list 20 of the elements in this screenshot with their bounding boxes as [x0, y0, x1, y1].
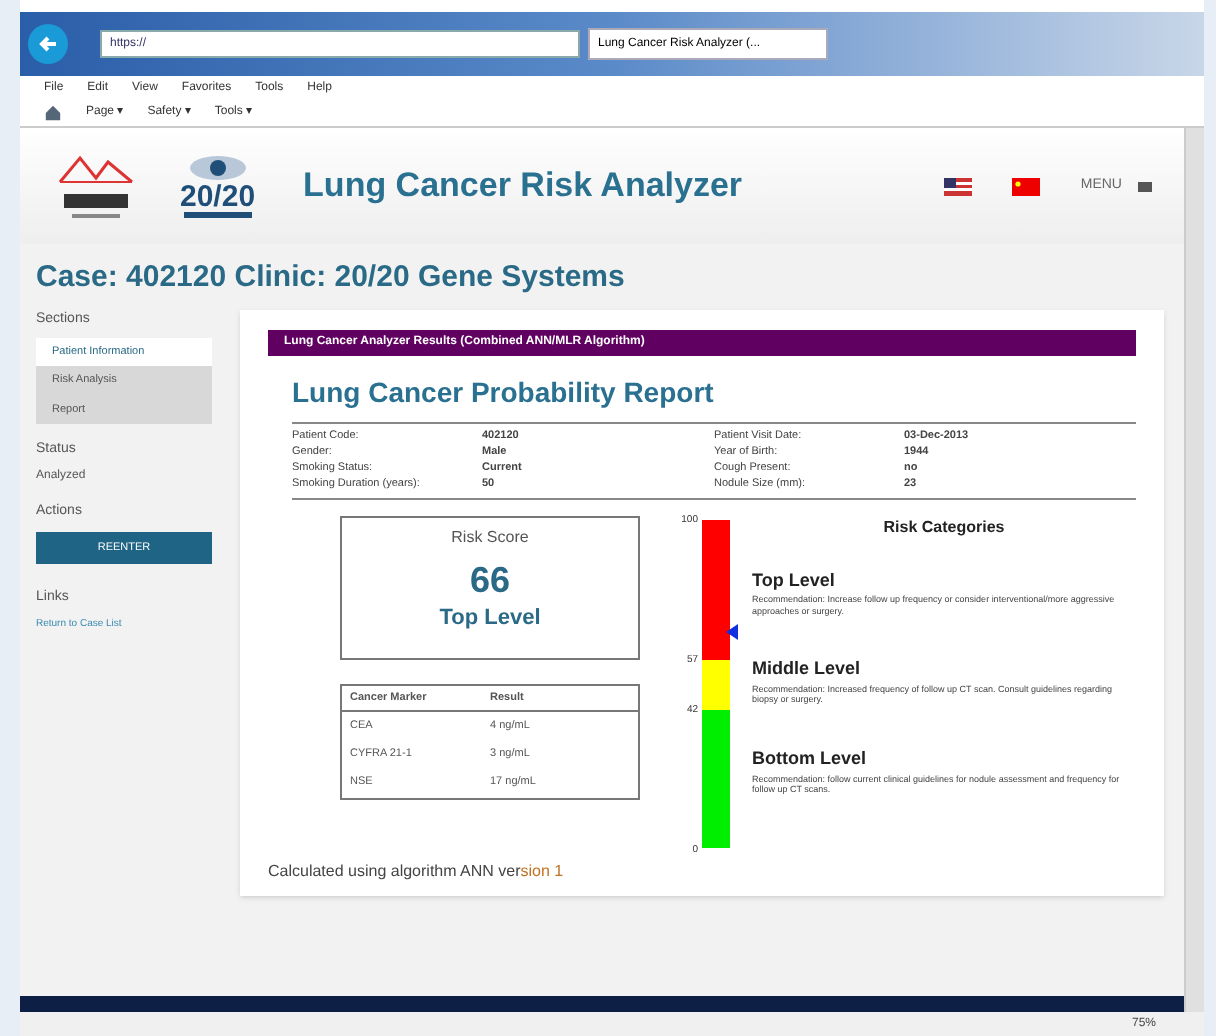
us-flag-icon[interactable] — [944, 177, 973, 195]
logo: 20/20 — [180, 154, 256, 218]
category-name: Top Level — [752, 567, 837, 594]
case-title: Case: 402120 Clinic: 20/20 Gene Systems — [34, 258, 627, 298]
categories-title: Risk Categories — [881, 515, 1007, 539]
home-icon[interactable] — [44, 104, 62, 122]
eye-icon — [187, 154, 248, 182]
algorithm-note: Calculated using algorithm ANN version 1 — [268, 859, 566, 883]
gauge-marker-icon — [726, 623, 738, 639]
risk-score-label: Risk Score — [451, 525, 529, 549]
china-flag-icon[interactable] — [1012, 177, 1041, 195]
app-title: Lung Cancer Risk Analyzer — [303, 164, 743, 209]
back-button[interactable] — [28, 24, 68, 64]
category-name: Middle Level — [752, 656, 863, 683]
report-title: Lung Cancer Probability Report — [292, 373, 716, 412]
category-name: Bottom Level — [752, 746, 869, 772]
back-arrow-icon — [38, 34, 58, 54]
menu-icon — [1138, 181, 1152, 191]
risk-score-value: 66 — [469, 557, 511, 602]
risk-level-text: Top Level — [439, 604, 541, 634]
